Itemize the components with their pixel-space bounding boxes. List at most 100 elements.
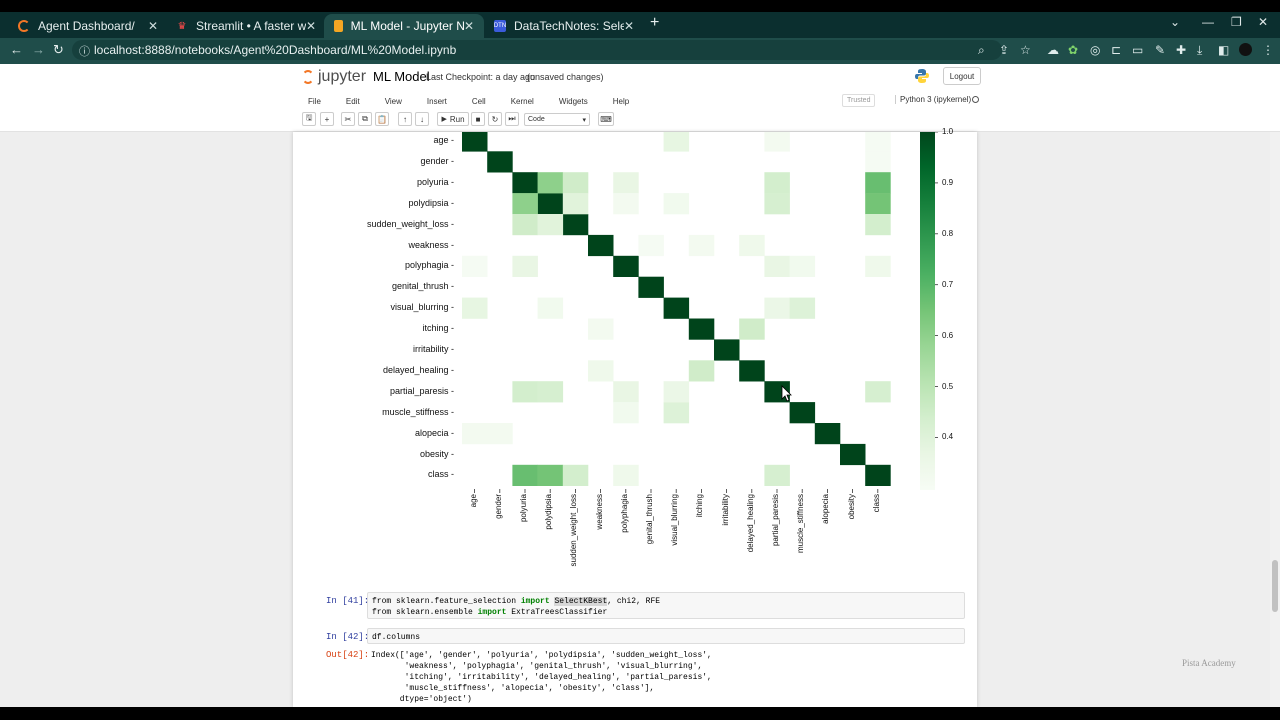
insert-cell-icon[interactable]: + bbox=[320, 112, 334, 126]
save-icon[interactable]: 🖫 bbox=[302, 112, 316, 126]
menu-file[interactable]: File bbox=[298, 97, 321, 106]
extension-leaf-icon[interactable]: ✿ bbox=[1068, 43, 1078, 57]
restore-button[interactable]: ❐ bbox=[1231, 15, 1242, 29]
zoom-icon[interactable]: ⌕ bbox=[978, 43, 985, 58]
tab-search-icon[interactable]: ⌄ bbox=[1170, 15, 1180, 29]
cell-prompt-in42: In [42]: bbox=[326, 632, 370, 642]
scrollbar-thumb[interactable] bbox=[1272, 560, 1278, 612]
heatmap-column-label: muscle_stiffness bbox=[796, 494, 806, 553]
unsaved-status: (unsaved changes) bbox=[527, 72, 604, 82]
tab-datatechnotes[interactable]: DTN DataTechNotes: SelectKBest Fea ✕ bbox=[484, 14, 644, 38]
code-cell-41[interactable]: from sklearn.feature_selection import Se… bbox=[367, 592, 965, 619]
heatmap-row-label: polydipsia - bbox=[408, 197, 454, 208]
heatmap-row-label: polyuria - bbox=[416, 176, 454, 187]
kernel-name[interactable]: Python 3 (ipykernel) bbox=[895, 95, 971, 104]
scrollbar[interactable] bbox=[1270, 132, 1280, 707]
heatmap-row-label: age - bbox=[433, 135, 454, 145]
logout-button[interactable]: Logout bbox=[943, 67, 981, 85]
screen-top-border bbox=[0, 0, 1280, 12]
menu-cell[interactable]: Cell bbox=[462, 97, 486, 106]
copy-icon[interactable]: ⧉ bbox=[358, 112, 372, 126]
heatmap-column-label: obesity bbox=[846, 494, 856, 520]
stop-icon[interactable]: ■ bbox=[471, 112, 485, 126]
streamlit-crown-icon: ♛ bbox=[177, 20, 187, 32]
heatmap-column-label: polydipsia bbox=[544, 494, 554, 530]
heatmap-row-label: muscle_stiffness - bbox=[382, 406, 454, 417]
bookmark-star-icon[interactable]: ☆ bbox=[1020, 43, 1031, 57]
extension-target-icon[interactable]: ◎ bbox=[1090, 43, 1100, 57]
python-logo-icon bbox=[915, 69, 929, 83]
trusted-badge[interactable]: Trusted bbox=[842, 94, 876, 107]
extension-bracket-icon[interactable]: ⊏ bbox=[1111, 43, 1121, 57]
menu-kernel[interactable]: Kernel bbox=[501, 97, 534, 106]
restart-icon[interactable]: ↻ bbox=[488, 112, 502, 126]
heatmap-row-label: polyphagia - bbox=[404, 260, 454, 271]
extension-window-icon[interactable]: ▭ bbox=[1132, 43, 1143, 57]
extensions-puzzle-icon[interactable]: ✚ bbox=[1176, 43, 1186, 57]
jupyter-logo[interactable]: jupyter bbox=[302, 68, 366, 86]
forward-button[interactable]: → bbox=[32, 42, 45, 57]
menu-help[interactable]: Help bbox=[603, 97, 629, 106]
extension-pen-icon[interactable]: ✎ bbox=[1155, 43, 1165, 57]
heatmap-row-label: itching - bbox=[422, 323, 454, 334]
tab-streamlit[interactable]: ♛ Streamlit • A faster way to build ✕ bbox=[166, 14, 326, 38]
chevron-down-icon: ▾ bbox=[582, 116, 586, 124]
close-icon[interactable]: ✕ bbox=[464, 19, 474, 33]
extension-cloud-icon[interactable]: ☁ bbox=[1047, 43, 1059, 57]
heatmap-column-label: age bbox=[468, 494, 478, 508]
share-icon[interactable]: ⇪ bbox=[999, 43, 1009, 57]
colorbar-tick-label: 0.8 bbox=[942, 228, 954, 238]
cell-output-42: Index(['age', 'gender', 'polyuria', 'pol… bbox=[371, 651, 712, 704]
download-icon[interactable]: ⤓ bbox=[1197, 43, 1202, 58]
heatmap-column-label: alopecia bbox=[821, 494, 831, 524]
heatmap-column-label: gender bbox=[493, 494, 503, 519]
menu-widgets[interactable]: Widgets bbox=[549, 97, 588, 106]
colorbar-tick-label: 0.7 bbox=[942, 279, 954, 289]
minimize-button[interactable]: — bbox=[1202, 15, 1214, 29]
menu-insert[interactable]: Insert bbox=[417, 97, 447, 106]
jupyter-logo-icon bbox=[302, 70, 314, 84]
tab-ml-model[interactable]: ML Model - Jupyter Notebook ✕ bbox=[324, 14, 484, 38]
heatmap-row-label: sudden_weight_loss - bbox=[366, 218, 454, 229]
heatmap-row-label: genital_thrush - bbox=[391, 281, 454, 292]
info-icon[interactable]: ⓘ bbox=[79, 43, 90, 59]
back-button[interactable]: ← bbox=[10, 42, 23, 57]
cut-icon[interactable]: ✂ bbox=[341, 112, 355, 126]
cell-type-select[interactable]: Code ▾ bbox=[524, 113, 590, 126]
side-panel-icon[interactable]: ◧ bbox=[1218, 43, 1229, 57]
kernel-status-icon bbox=[972, 96, 979, 103]
new-tab-button[interactable]: + bbox=[650, 14, 659, 32]
colorbar-tick-label: 0.4 bbox=[942, 432, 954, 442]
close-window-button[interactable]: ✕ bbox=[1258, 15, 1268, 29]
code-cell-42[interactable]: df.columns bbox=[367, 628, 965, 644]
address-bar[interactable]: ⓘ localhost:8888/notebooks/Agent%20Dashb… bbox=[72, 40, 1002, 60]
tab-agent-dashboard[interactable]: Agent Dashboard/ ✕ bbox=[8, 14, 168, 38]
heatmap-row-label: alopecia - bbox=[414, 427, 454, 438]
notebook-title[interactable]: ML Model bbox=[373, 69, 430, 84]
close-icon[interactable]: ✕ bbox=[306, 19, 316, 33]
screen-bottom-border bbox=[0, 707, 1280, 720]
heatmap-row-label: obesity - bbox=[419, 448, 454, 459]
move-up-icon[interactable]: ↑ bbox=[398, 112, 412, 126]
run-button[interactable]: ▶ Run bbox=[437, 112, 469, 126]
fast-forward-icon[interactable]: ⏭ bbox=[505, 112, 519, 126]
cell-prompt-out42: Out[42]: bbox=[326, 650, 370, 660]
colorbar-tick-label: 0.5 bbox=[942, 381, 954, 391]
menu-kebab-icon[interactable]: ⋮ bbox=[1262, 43, 1274, 57]
code-line: from sklearn.ensemble import ExtraTreesC… bbox=[372, 608, 608, 617]
heatmap-column-label: genital_thrush bbox=[645, 494, 654, 545]
move-down-icon[interactable]: ↓ bbox=[415, 112, 429, 126]
cell-prompt-in41: In [41]: bbox=[326, 596, 370, 606]
keyboard-icon[interactable]: ⌨ bbox=[598, 112, 614, 126]
paste-icon[interactable]: 📋 bbox=[375, 112, 389, 126]
heatmap-column-label: partial_paresis bbox=[771, 494, 780, 547]
reload-button[interactable]: ↻ bbox=[53, 42, 64, 58]
close-icon[interactable]: ✕ bbox=[624, 19, 634, 33]
heatmap-column-label: sudden_weight_loss bbox=[569, 494, 579, 567]
menu-edit[interactable]: Edit bbox=[336, 97, 360, 106]
menu-view[interactable]: View bbox=[375, 97, 402, 106]
close-icon[interactable]: ✕ bbox=[148, 19, 158, 33]
profile-avatar[interactable] bbox=[1239, 43, 1252, 56]
heatmap-column-label: visual_blurring bbox=[670, 494, 680, 546]
heatmap-column-label: class bbox=[871, 494, 881, 513]
